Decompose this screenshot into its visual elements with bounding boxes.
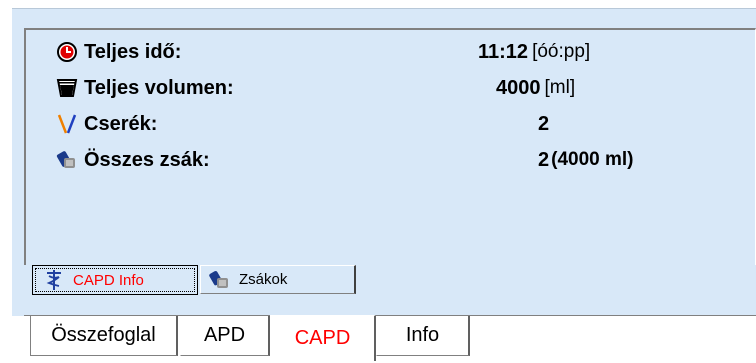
tab-bags-label: Zsákok	[239, 271, 288, 288]
tab-capd[interactable]: CAPD	[270, 315, 376, 361]
total-time-value-group: 11:12 [óó:pp]	[478, 38, 590, 66]
inner-tab-bar: CAPD Info Zsákok	[24, 265, 756, 299]
total-time-unit: [óó:pp]	[532, 41, 591, 62]
tab-apd[interactable]: APD	[180, 316, 270, 356]
exchanges-row: Cserék:	[56, 110, 157, 138]
tab-summary[interactable]: Összefoglal	[30, 316, 178, 356]
tab-info[interactable]: Info	[376, 316, 470, 356]
capd-info-panel: Teljes idő: 11:12 [óó:pp] Teljes volumen…	[24, 28, 756, 265]
total-volume-label: Teljes volumen:	[84, 76, 234, 99]
total-volume-row: Teljes volumen:	[56, 74, 234, 102]
container-icon	[56, 77, 78, 99]
tab-capd-label: CAPD	[294, 327, 351, 349]
total-bags-label: Összes zsák:	[84, 148, 210, 171]
tab-bags[interactable]: Zsákok	[200, 265, 356, 294]
exchange-icon	[56, 113, 78, 135]
total-time-label: Teljes idő:	[84, 40, 182, 63]
tab-summary-label: Összefoglal	[51, 324, 156, 346]
total-time-value: 11:12	[478, 40, 529, 63]
total-bags-value: 2	[538, 148, 550, 171]
exchanges-value-group: 2	[538, 110, 549, 138]
total-volume-unit: [ml]	[544, 77, 576, 98]
bag-icon	[56, 149, 78, 171]
tab-capd-info[interactable]: CAPD Info	[32, 265, 198, 295]
exchanges-value: 2	[538, 112, 550, 135]
bags-icon	[209, 269, 231, 291]
tab-apd-label: APD	[203, 324, 246, 346]
clock-icon	[56, 41, 78, 63]
caduceus-icon	[43, 269, 65, 291]
tab-info-label: Info	[405, 324, 440, 346]
exchanges-label: Cserék:	[84, 112, 158, 135]
total-bags-row: Összes zsák:	[56, 146, 210, 174]
total-volume-value-group: 4000 [ml]	[496, 74, 575, 102]
total-time-row: Teljes idő:	[56, 38, 181, 66]
total-bags-value-group: 2 (4000 ml)	[538, 146, 634, 174]
main-tab-bar: Összefoglal APD CAPD Info	[24, 315, 756, 363]
total-volume-value: 4000	[496, 76, 541, 99]
total-bags-unit: (4000 ml)	[551, 149, 634, 170]
tab-capd-info-label: CAPD Info	[73, 271, 144, 289]
